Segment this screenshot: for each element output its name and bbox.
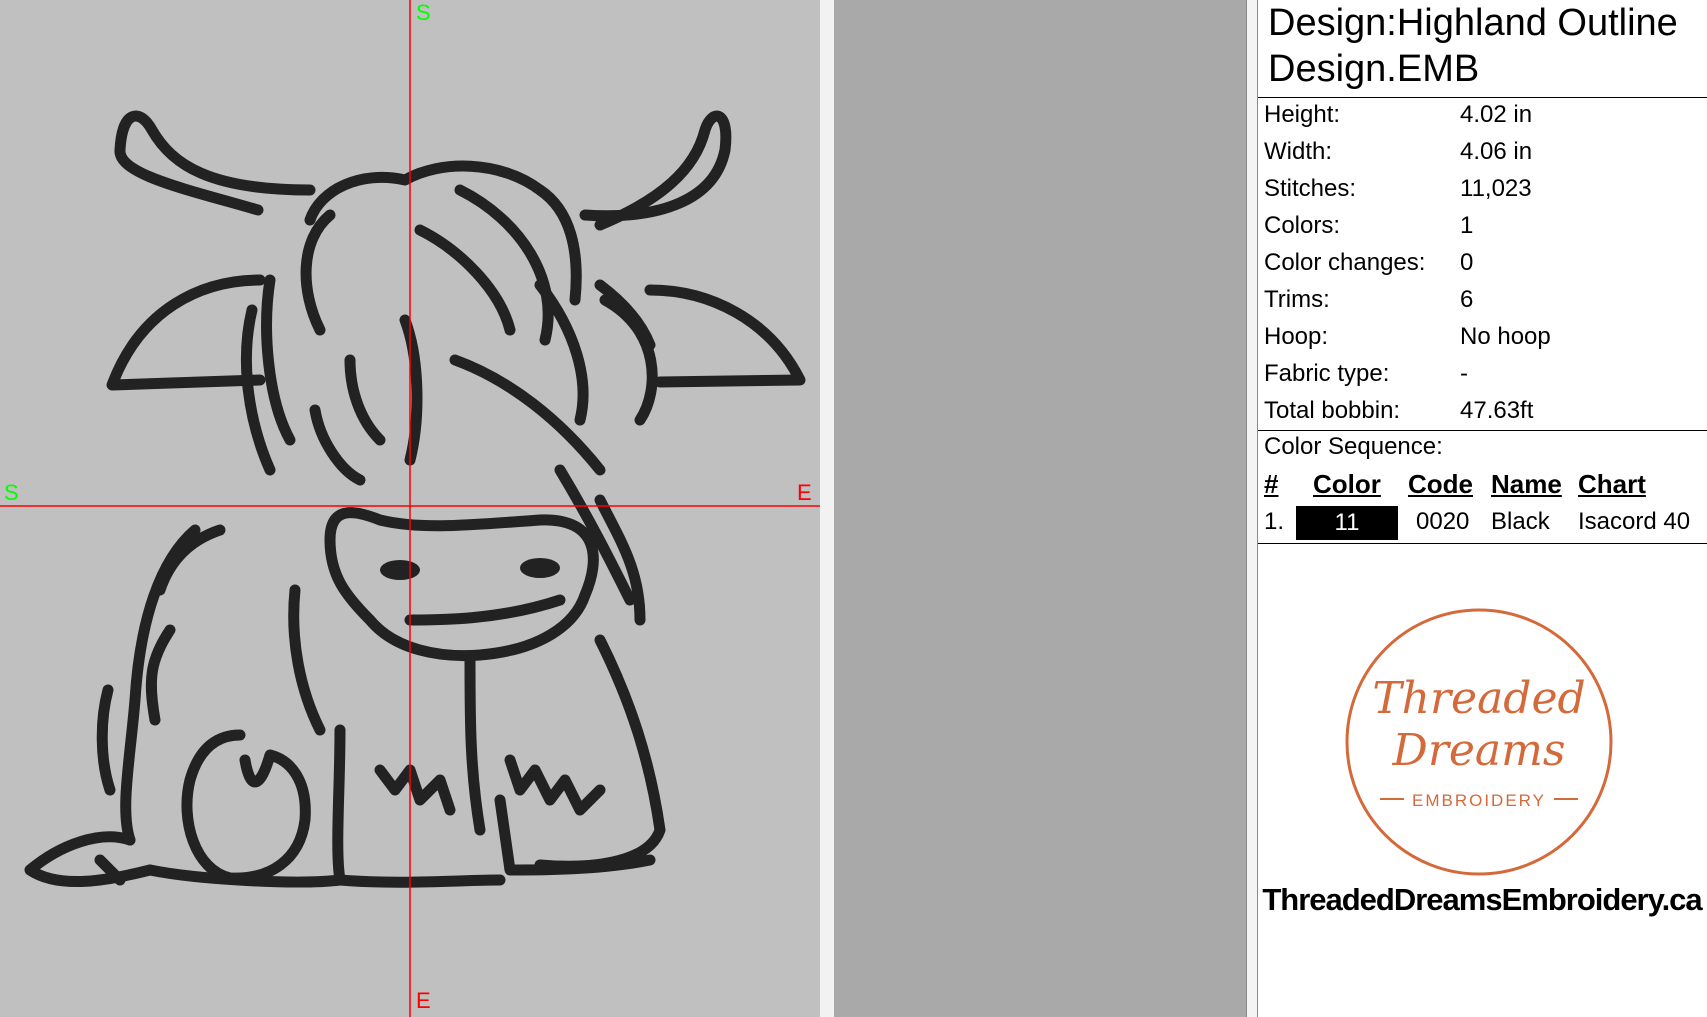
axis-start-left-label: S	[4, 480, 19, 505]
logo-line-1: Threaded	[1372, 673, 1585, 724]
axis-end-right-label: E	[797, 480, 812, 505]
info-value: 6	[1460, 286, 1474, 313]
panel-splitter[interactable]	[1246, 0, 1258, 1017]
info-key: Total bobbin:	[1264, 397, 1401, 424]
divider-line	[1258, 97, 1707, 98]
threaded-dreams-logo: Threaded Dreams EMBROIDERY	[1340, 603, 1618, 881]
seq-row-num: 1.	[1264, 508, 1285, 535]
col-header-chart: Chart	[1578, 469, 1646, 499]
stitch-preview	[0, 0, 820, 1017]
info-key: Width:	[1264, 138, 1333, 165]
info-row-width: Width: 4.06 in	[1264, 137, 1704, 174]
info-row-trims: Trims: 6	[1264, 285, 1704, 322]
info-key: Colors:	[1264, 212, 1341, 239]
info-row-color-changes: Color changes: 0	[1264, 248, 1704, 285]
divider-line	[1258, 543, 1707, 544]
logo-line-3: EMBROIDERY	[1412, 791, 1546, 810]
design-info-panel: Design:Highland Outline Design.EMB Heigh…	[1258, 0, 1707, 1017]
info-value: 47.63ft	[1460, 397, 1534, 424]
axis-end-bottom-label: E	[416, 988, 431, 1013]
color-swatch: 11	[1296, 506, 1398, 540]
info-value: 1	[1460, 212, 1474, 239]
divider-line	[1258, 430, 1707, 431]
workspace-background	[834, 0, 1246, 1017]
seq-row-chart: Isacord 40	[1578, 508, 1691, 535]
design-canvas[interactable]: S S E E	[0, 0, 820, 1017]
info-value: 4.02 in	[1460, 101, 1533, 128]
seq-row-name: Black	[1491, 508, 1550, 535]
seq-row-code: 0020	[1416, 508, 1470, 535]
info-key: Color changes:	[1264, 249, 1426, 276]
col-header-code: Code	[1408, 469, 1473, 499]
canvas-border	[820, 0, 834, 1017]
info-key: Stitches:	[1264, 175, 1357, 202]
info-value: No hoop	[1460, 323, 1551, 350]
axis-start-top-label: S	[416, 0, 431, 25]
info-value: 11,023	[1460, 175, 1532, 202]
info-row-fabric-type: Fabric type: -	[1264, 359, 1704, 396]
info-value: -	[1460, 360, 1468, 387]
info-key: Trims:	[1264, 286, 1330, 313]
col-header-color: Color	[1313, 469, 1381, 499]
info-key: Fabric type:	[1264, 360, 1390, 387]
info-row-colors: Colors: 1	[1264, 211, 1704, 248]
design-name: Design:Highland Outline Design.EMB	[1268, 2, 1678, 90]
logo-line-2: Dreams	[1392, 725, 1566, 776]
info-row-hoop: Hoop: No hoop	[1264, 322, 1704, 359]
website-label: ThreadedDreamsEmbroidery.ca	[1262, 882, 1702, 917]
info-value: 0	[1460, 249, 1474, 276]
info-row-height: Height: 4.02 in	[1264, 100, 1704, 137]
info-row-total-bobbin: Total bobbin: 47.63ft	[1264, 396, 1704, 433]
info-key: Height:	[1264, 101, 1341, 128]
col-header-name: Name	[1491, 469, 1562, 499]
info-row-stitches: Stitches: 11,023	[1264, 174, 1704, 211]
info-value: 4.06 in	[1460, 138, 1533, 165]
col-header-num: #	[1264, 469, 1279, 499]
highland-cow-outline	[24, 110, 806, 888]
info-key: Hoop:	[1264, 323, 1329, 350]
color-sequence-title: Color Sequence:	[1264, 433, 1443, 460]
